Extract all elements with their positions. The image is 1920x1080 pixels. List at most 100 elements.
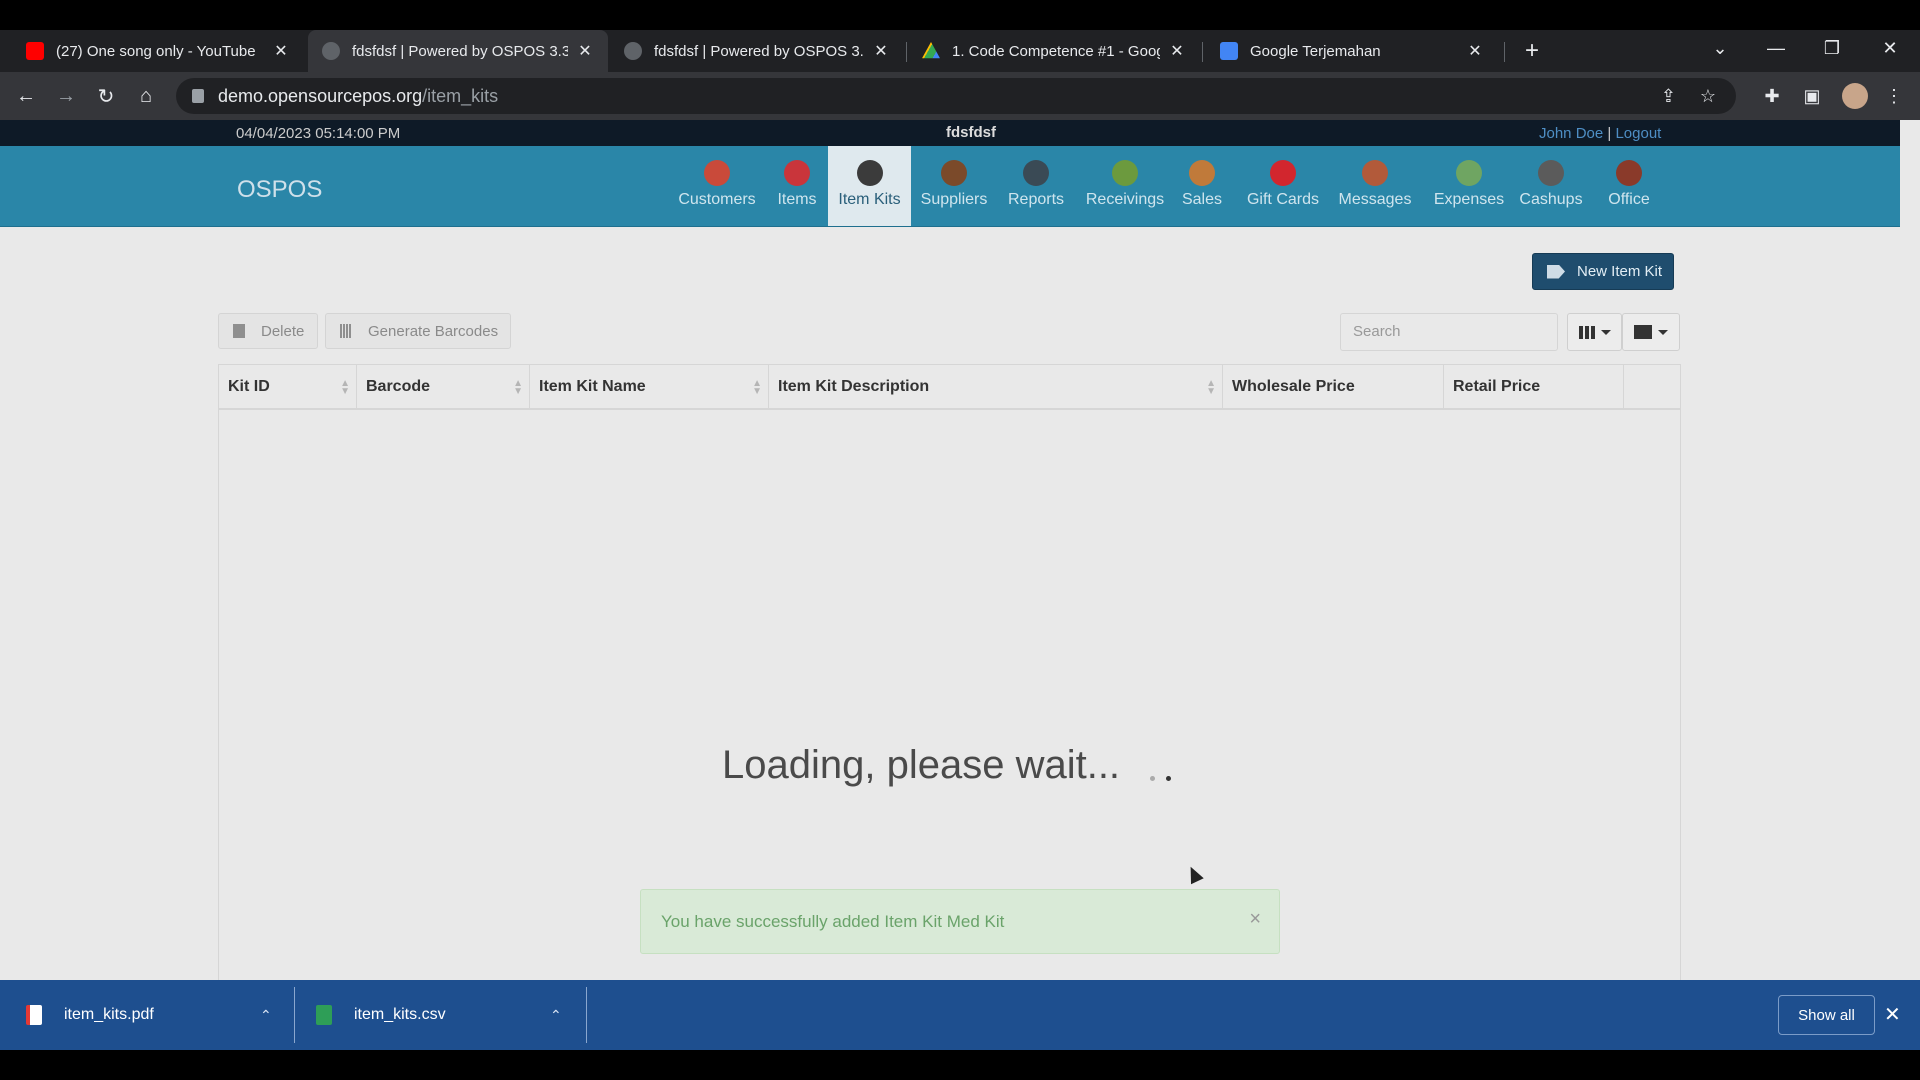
side-panel-icon[interactable]: ▣	[1796, 80, 1828, 112]
brand-logo[interactable]: OSPOS	[237, 176, 322, 204]
nav-item-item-kits[interactable]: Item Kits	[828, 146, 911, 226]
download-item-csv[interactable]: item_kits.csv ⌃	[316, 980, 566, 1050]
customers-icon	[704, 160, 730, 186]
window-close-icon[interactable]: ✕	[1862, 30, 1918, 66]
browser-tab-active[interactable]: fdsfdsf | Powered by OSPOS 3.3.8 ✕	[308, 30, 608, 72]
close-icon[interactable]: ✕	[576, 41, 594, 61]
column-header-retail-price[interactable]: Retail Price	[1444, 365, 1624, 410]
close-downloads-bar-icon[interactable]: ✕	[1884, 1002, 1901, 1027]
tab-title: 1. Code Competence #1 - Google	[952, 42, 1160, 60]
alert-message: You have successfully added Item Kit Med…	[661, 912, 1005, 931]
tab-title: fdsfdsf | Powered by OSPOS 3.3.8	[654, 42, 864, 60]
nav-item-suppliers[interactable]: Suppliers	[915, 146, 993, 226]
new-item-kit-label: New Item Kit	[1577, 263, 1663, 280]
nav-item-items[interactable]: Items	[772, 146, 822, 226]
close-icon[interactable]: ✕	[1466, 41, 1484, 61]
nav-item-label: Messages	[1338, 191, 1412, 208]
nav-item-label: Reports	[1007, 191, 1065, 208]
globe-icon	[624, 42, 642, 60]
browser-menu-icon[interactable]: ⋮	[1878, 80, 1910, 112]
nav-item-gift-cards[interactable]: Gift Cards	[1242, 146, 1324, 226]
bookmark-star-icon[interactable]: ☆	[1700, 86, 1716, 107]
browser-tab[interactable]: Google Terjemahan ✕	[1206, 30, 1498, 72]
success-alert: You have successfully added Item Kit Med…	[640, 889, 1280, 954]
web-page: 04/04/2023 05:14:00 PM fdsfdsf John Doe …	[0, 120, 1920, 980]
search-input[interactable]: Search	[1340, 313, 1558, 351]
column-label: Barcode	[366, 378, 431, 395]
main-navbar: OSPOS Customers Items Item Kits Suppliers Re…	[0, 146, 1900, 227]
chevron-up-icon[interactable]: ⌃	[550, 1007, 562, 1024]
translate-icon	[1220, 42, 1238, 60]
column-header-wholesale-price[interactable]: Wholesale Price	[1223, 365, 1444, 410]
extensions-icon[interactable]: ✚	[1756, 80, 1788, 112]
profile-avatar[interactable]	[1842, 83, 1868, 109]
columns-dropdown[interactable]	[1567, 313, 1622, 351]
trash-icon	[233, 324, 245, 338]
show-all-downloads-button[interactable]: Show all	[1778, 995, 1875, 1035]
close-icon[interactable]: ✕	[1168, 41, 1186, 61]
nav-item-expenses[interactable]: Expenses	[1428, 146, 1510, 226]
browser-tab[interactable]: fdsfdsf | Powered by OSPOS 3.3.8 ✕	[610, 30, 904, 72]
messages-icon	[1362, 160, 1388, 186]
generate-barcodes-button[interactable]: Generate Barcodes	[325, 313, 511, 349]
caret-down-icon	[1600, 329, 1611, 335]
sort-icon: ▲ ▼	[340, 378, 350, 397]
column-header-item-kit-description[interactable]: Item Kit Description ▲ ▼	[769, 365, 1223, 410]
user-name-link[interactable]: John Doe	[1539, 125, 1603, 142]
browser-tab[interactable]: (27) One song only - YouTube ✕	[12, 30, 304, 72]
share-icon[interactable]: ⇪	[1661, 86, 1676, 107]
nav-item-label: Expenses	[1433, 191, 1505, 208]
address-bar[interactable]: demo.opensourcepos.org/item_kits ⇪ ☆	[176, 78, 1736, 114]
pdf-file-icon	[26, 1005, 42, 1025]
close-icon[interactable]: ✕	[872, 41, 890, 61]
top-info-bar: 04/04/2023 05:14:00 PM fdsfdsf John Doe …	[0, 120, 1900, 146]
logout-link[interactable]: Logout	[1615, 125, 1661, 142]
minimize-icon[interactable]: —	[1748, 30, 1804, 66]
tab-separator	[1504, 42, 1505, 62]
delete-button[interactable]: Delete	[218, 313, 318, 349]
nav-item-cashups[interactable]: Cashups	[1514, 146, 1588, 226]
nav-item-reports[interactable]: Reports	[1004, 146, 1068, 226]
nav-item-label: Item Kits	[838, 191, 901, 208]
column-label: Wholesale Price	[1232, 378, 1355, 395]
nav-item-office[interactable]: Office	[1598, 146, 1660, 226]
column-label: Item Kit Description	[778, 378, 930, 395]
receivings-icon	[1112, 160, 1138, 186]
tab-separator	[906, 42, 907, 62]
divider	[586, 987, 587, 1043]
home-icon[interactable]: ⌂	[130, 80, 162, 112]
current-datetime: 04/04/2023 05:14:00 PM	[236, 125, 401, 142]
nav-item-sales[interactable]: Sales	[1177, 146, 1227, 226]
alert-close-icon[interactable]: ×	[1249, 908, 1261, 931]
nav-item-messages[interactable]: Messages	[1332, 146, 1418, 226]
column-header-barcode[interactable]: Barcode ▲ ▼	[357, 365, 530, 410]
tab-search-chevron-icon[interactable]: ⌄	[1692, 30, 1748, 66]
nav-item-receivings[interactable]: Receivings	[1080, 146, 1170, 226]
reload-icon[interactable]: ↻	[90, 80, 122, 112]
browser-tab[interactable]: 1. Code Competence #1 - Google ✕	[908, 30, 1200, 72]
user-links: John Doe | Logout	[1539, 125, 1661, 142]
chevron-up-icon[interactable]: ⌃	[260, 1007, 272, 1024]
export-dropdown[interactable]	[1622, 313, 1680, 351]
nav-item-customers[interactable]: Customers	[675, 146, 759, 226]
download-filename: item_kits.csv	[354, 1006, 446, 1023]
column-header-kit-id[interactable]: Kit ID ▲ ▼	[219, 365, 357, 410]
nav-item-label: Office	[1608, 191, 1650, 208]
store-name: fdsfdsf	[946, 124, 996, 141]
column-header-item-kit-name[interactable]: Item Kit Name ▲ ▼	[530, 365, 769, 410]
new-item-kit-button[interactable]: New Item Kit	[1532, 253, 1674, 290]
new-tab-button[interactable]: +	[1520, 30, 1544, 72]
back-icon[interactable]: ←	[10, 80, 42, 112]
nav-item-label: Gift Cards	[1246, 191, 1319, 208]
restore-icon[interactable]: ❐	[1804, 30, 1860, 66]
close-icon[interactable]: ✕	[272, 41, 290, 61]
column-label: Retail Price	[1453, 378, 1541, 395]
download-item-pdf[interactable]: item_kits.pdf ⌃	[26, 980, 276, 1050]
gift-cards-icon	[1270, 160, 1296, 186]
sort-icon: ▲ ▼	[752, 378, 762, 397]
browser-toolbar: ← → ↻ ⌂ demo.opensourcepos.org/item_kits…	[0, 72, 1920, 120]
downloads-bar: item_kits.pdf ⌃ item_kits.csv ⌃ Show all…	[0, 980, 1920, 1050]
forward-icon[interactable]: →	[50, 80, 82, 112]
divider	[294, 987, 295, 1043]
tab-title: fdsfdsf | Powered by OSPOS 3.3.8	[352, 42, 568, 60]
